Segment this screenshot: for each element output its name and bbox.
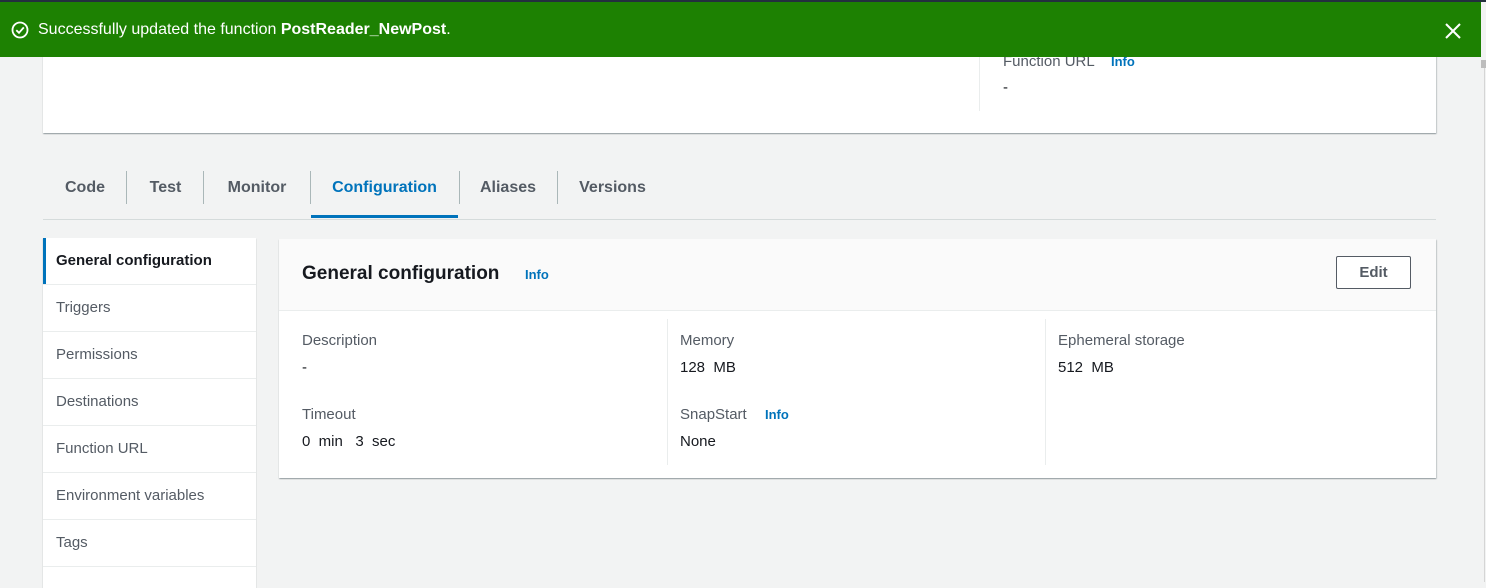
- success-flashbar: Successfully updated the function PostRe…: [0, 2, 1481, 57]
- configuration-side-nav: General configuration Triggers Permissio…: [43, 238, 256, 588]
- flash-message: Successfully updated the function PostRe…: [38, 21, 451, 39]
- timeout-value: 0 min 3 sec: [302, 433, 396, 450]
- tab-monitor[interactable]: Monitor: [211, 164, 303, 218]
- tab-code[interactable]: Code: [51, 164, 119, 218]
- memory-value: 128 MB: [680, 359, 736, 376]
- snapstart-label: SnapStart: [680, 406, 747, 423]
- sidebar-item-triggers[interactable]: Triggers: [43, 285, 256, 332]
- sidebar-item-environment-variables[interactable]: Environment variables: [43, 473, 256, 520]
- panel-title: General configuration: [302, 263, 500, 284]
- general-configuration-panel: General configuration Info Edit Descript…: [279, 239, 1436, 478]
- sidebar-item-tags[interactable]: Tags: [43, 520, 256, 567]
- scrollbar-line: [1484, 60, 1485, 582]
- tab-separator: [126, 171, 127, 204]
- tab-test[interactable]: Test: [133, 164, 198, 218]
- function-url-value: -: [1003, 79, 1008, 96]
- tab-versions[interactable]: Versions: [565, 164, 660, 218]
- sidebar-item-label: Function URL: [56, 440, 148, 457]
- sidebar-item-label: General configuration: [56, 252, 212, 269]
- tab-separator: [557, 171, 558, 204]
- sidebar-item-label: Destinations: [56, 393, 139, 410]
- tab-aliases[interactable]: Aliases: [465, 164, 551, 218]
- function-tabs: Code Test Monitor Configuration Aliases …: [43, 164, 1436, 220]
- check-circle-icon: [11, 21, 29, 39]
- memory-label: Memory: [680, 332, 735, 349]
- snapstart-info-link[interactable]: Info: [765, 407, 789, 422]
- tab-separator: [203, 171, 204, 204]
- sidebar-item-general-configuration[interactable]: General configuration: [43, 238, 256, 285]
- tab-separator: [459, 171, 460, 204]
- ephemeral-storage-value: 512 MB: [1058, 359, 1114, 376]
- snapstart-value: None: [680, 433, 716, 450]
- column-divider: [1045, 319, 1046, 465]
- overview-divider: [979, 57, 980, 111]
- sidebar-item-destinations[interactable]: Destinations: [43, 379, 256, 426]
- sidebar-item-label: Permissions: [56, 346, 138, 363]
- sidebar-item-permissions[interactable]: Permissions: [43, 332, 256, 379]
- description-label: Description: [302, 332, 378, 349]
- flash-function-name: PostReader_NewPost: [280, 21, 447, 38]
- panel-header: General configuration Info Edit: [279, 239, 1436, 311]
- scrollbar-thumb[interactable]: [1481, 60, 1486, 68]
- sidebar-item-function-url[interactable]: Function URL: [43, 426, 256, 473]
- description-value: -: [302, 359, 307, 376]
- ephemeral-storage-label: Ephemeral storage: [1058, 332, 1185, 349]
- function-overview-panel: Function URL Info -: [43, 45, 1436, 133]
- close-icon[interactable]: [1443, 21, 1463, 41]
- general-config-info-link[interactable]: Info: [525, 267, 549, 282]
- flash-message-suffix: .: [446, 21, 451, 38]
- flash-message-prefix: Successfully updated the function: [38, 21, 281, 38]
- sidebar-item-label: Environment variables: [56, 487, 205, 504]
- timeout-label: Timeout: [302, 406, 356, 423]
- sidebar-item-label: Tags: [56, 534, 88, 551]
- sidebar-item-label: Triggers: [56, 299, 111, 316]
- column-divider: [667, 319, 668, 465]
- tab-configuration[interactable]: Configuration: [311, 164, 458, 218]
- edit-button[interactable]: Edit: [1336, 256, 1411, 289]
